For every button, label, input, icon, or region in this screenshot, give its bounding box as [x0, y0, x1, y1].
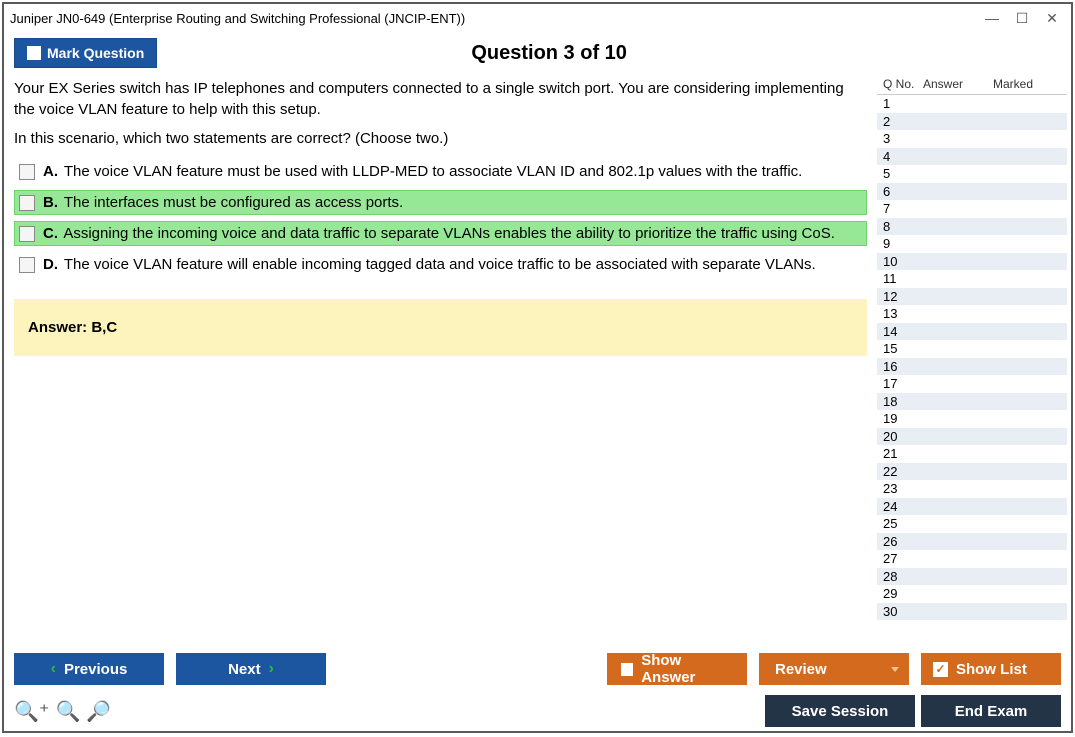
close-icon[interactable]: ✕ — [1045, 11, 1059, 25]
list-item[interactable]: 9 — [877, 235, 1067, 253]
save-session-label: Save Session — [792, 703, 889, 720]
list-item[interactable]: 15 — [877, 340, 1067, 358]
question-instruction: In this scenario, which two statements a… — [14, 130, 867, 147]
next-label: Next — [228, 661, 261, 678]
col-marked: Marked — [993, 77, 1065, 91]
window-title: Juniper JN0-649 (Enterprise Routing and … — [10, 11, 985, 26]
question-counter: Question 3 of 10 — [157, 42, 1061, 65]
previous-label: Previous — [64, 661, 127, 678]
list-item[interactable]: 21 — [877, 445, 1067, 463]
show-answer-label: Show Answer — [641, 652, 733, 686]
list-item[interactable]: 12 — [877, 288, 1067, 306]
checkbox-icon[interactable] — [19, 195, 35, 211]
list-item[interactable]: 25 — [877, 515, 1067, 533]
mark-question-label: Mark Question — [47, 45, 144, 61]
list-item[interactable]: 3 — [877, 130, 1067, 148]
option-text: D. The voice VLAN feature will enable in… — [43, 256, 816, 273]
option-row[interactable]: D. The voice VLAN feature will enable in… — [14, 252, 867, 277]
zoom-controls: 🔍⁺ 🔍 🔎 — [14, 699, 111, 724]
header-bar: Mark Question Question 3 of 10 — [4, 32, 1071, 70]
zoom-out-icon[interactable]: 🔎 — [86, 699, 111, 724]
option-row[interactable]: A. The voice VLAN feature must be used w… — [14, 159, 867, 184]
next-button[interactable]: Next › — [176, 653, 326, 685]
titlebar: Juniper JN0-649 (Enterprise Routing and … — [4, 4, 1071, 32]
list-item[interactable]: 18 — [877, 393, 1067, 411]
option-text: B. The interfaces must be configured as … — [43, 194, 403, 211]
list-item[interactable]: 17 — [877, 375, 1067, 393]
app-window: Juniper JN0-649 (Enterprise Routing and … — [2, 2, 1073, 733]
show-answer-button[interactable]: Show Answer — [607, 653, 747, 685]
checkbox-icon[interactable] — [19, 226, 35, 242]
answer-label: Answer: B,C — [28, 319, 117, 336]
chevron-right-icon: › — [269, 660, 274, 678]
checked-icon: ✓ — [933, 662, 948, 677]
list-item[interactable]: 16 — [877, 358, 1067, 376]
mark-question-button[interactable]: Mark Question — [14, 38, 157, 68]
zoom-reset-icon[interactable]: 🔍 — [55, 699, 80, 724]
end-exam-label: End Exam — [955, 703, 1028, 720]
list-item[interactable]: 4 — [877, 148, 1067, 166]
checkbox-icon[interactable] — [19, 164, 35, 180]
option-row[interactable]: B. The interfaces must be configured as … — [14, 190, 867, 215]
show-list-label: Show List — [956, 661, 1027, 678]
list-item[interactable]: 7 — [877, 200, 1067, 218]
save-session-button[interactable]: Save Session — [765, 695, 915, 727]
option-row[interactable]: C. Assigning the incoming voice and data… — [14, 221, 867, 246]
question-text: Your EX Series switch has IP telephones … — [14, 78, 867, 120]
list-item[interactable]: 22 — [877, 463, 1067, 481]
zoom-in-icon[interactable]: 🔍⁺ — [14, 699, 49, 724]
checkbox-icon[interactable] — [19, 257, 35, 273]
square-icon — [621, 663, 633, 676]
list-item[interactable]: 29 — [877, 585, 1067, 603]
list-item[interactable]: 13 — [877, 305, 1067, 323]
nav-button-row: ‹ Previous Next › Show Answer Review ✓ S… — [14, 653, 1061, 685]
review-label: Review — [775, 661, 827, 678]
list-item[interactable]: 23 — [877, 480, 1067, 498]
list-item[interactable]: 28 — [877, 568, 1067, 586]
col-qno: Q No. — [883, 77, 923, 91]
list-item[interactable]: 11 — [877, 270, 1067, 288]
col-answer: Answer — [923, 77, 993, 91]
option-text: C. Assigning the incoming voice and data… — [43, 225, 835, 242]
option-text: A. The voice VLAN feature must be used w… — [43, 163, 802, 180]
question-list-panel: Q No. Answer Marked 12345678910111213141… — [877, 74, 1067, 639]
options-group: A. The voice VLAN feature must be used w… — [14, 159, 867, 277]
list-item[interactable]: 30 — [877, 603, 1067, 621]
body-area: Your EX Series switch has IP telephones … — [4, 70, 1071, 645]
chevron-left-icon: ‹ — [51, 660, 56, 678]
secondary-button-row: 🔍⁺ 🔍 🔎 Save Session End Exam — [14, 695, 1061, 727]
list-item[interactable]: 5 — [877, 165, 1067, 183]
question-list[interactable]: 1234567891011121314151617181920212223242… — [877, 95, 1067, 639]
end-exam-button[interactable]: End Exam — [921, 695, 1061, 727]
chevron-down-icon — [891, 667, 899, 672]
list-item[interactable]: 10 — [877, 253, 1067, 271]
review-button[interactable]: Review — [759, 653, 909, 685]
question-pane: Your EX Series switch has IP telephones … — [4, 70, 877, 645]
list-item[interactable]: 6 — [877, 183, 1067, 201]
answer-box: Answer: B,C — [14, 299, 867, 356]
list-item[interactable]: 1 — [877, 95, 1067, 113]
list-item[interactable]: 14 — [877, 323, 1067, 341]
list-item[interactable]: 19 — [877, 410, 1067, 428]
minimize-icon[interactable]: — — [985, 11, 999, 25]
checkbox-icon — [27, 46, 41, 60]
list-item[interactable]: 2 — [877, 113, 1067, 131]
list-item[interactable]: 24 — [877, 498, 1067, 516]
bottom-bar: ‹ Previous Next › Show Answer Review ✓ S… — [4, 645, 1071, 731]
question-list-header: Q No. Answer Marked — [877, 74, 1067, 95]
window-controls: — ☐ ✕ — [985, 11, 1065, 25]
show-list-button[interactable]: ✓ Show List — [921, 653, 1061, 685]
list-item[interactable]: 27 — [877, 550, 1067, 568]
previous-button[interactable]: ‹ Previous — [14, 653, 164, 685]
list-item[interactable]: 20 — [877, 428, 1067, 446]
maximize-icon[interactable]: ☐ — [1015, 11, 1029, 25]
list-item[interactable]: 8 — [877, 218, 1067, 236]
list-item[interactable]: 26 — [877, 533, 1067, 551]
